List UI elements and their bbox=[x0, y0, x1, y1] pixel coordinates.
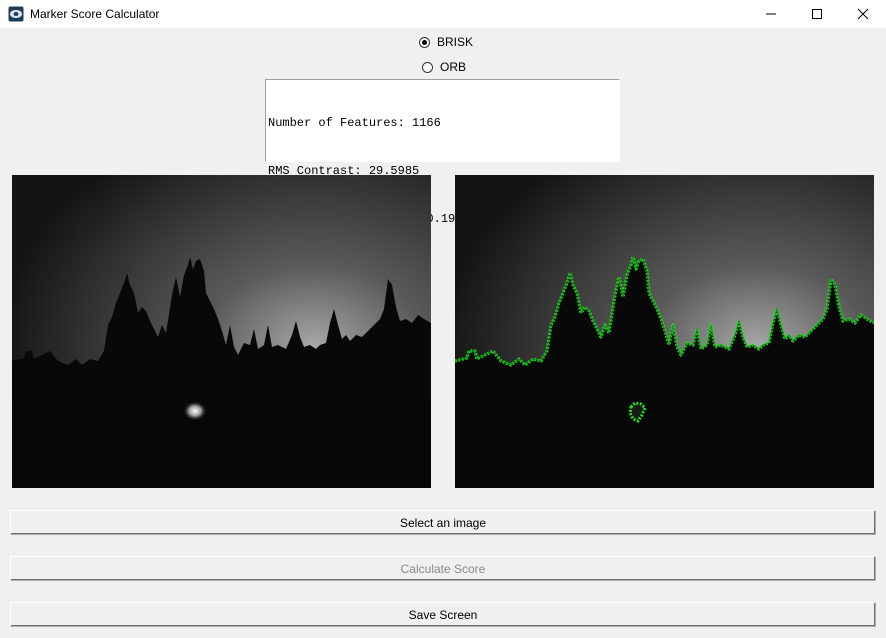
select-image-button[interactable]: Select an image bbox=[10, 510, 876, 535]
features-image bbox=[455, 175, 874, 488]
radio-checked-icon bbox=[419, 36, 430, 48]
save-screen-button[interactable]: Save Screen bbox=[10, 602, 876, 627]
maximize-icon bbox=[812, 9, 822, 19]
radio-orb[interactable]: ORB bbox=[422, 60, 466, 74]
calculate-score-button[interactable]: Calculate Score bbox=[10, 556, 876, 581]
radio-unchecked-icon bbox=[422, 61, 433, 73]
close-button[interactable] bbox=[840, 0, 886, 28]
close-icon bbox=[857, 8, 869, 20]
window-title: Marker Score Calculator bbox=[30, 7, 160, 21]
radio-brisk-label: BRISK bbox=[437, 35, 474, 49]
minimize-button[interactable] bbox=[748, 0, 794, 28]
app-icon bbox=[8, 6, 24, 22]
maximize-button[interactable] bbox=[794, 0, 840, 28]
title-bar: Marker Score Calculator bbox=[0, 0, 886, 28]
results-textbox[interactable]: Number of Features: 1166 RMS Contrast: 2… bbox=[265, 79, 620, 274]
features-count-line: Number of Features: 1166 bbox=[268, 116, 441, 130]
radio-orb-label: ORB bbox=[440, 60, 467, 74]
original-image bbox=[12, 175, 431, 488]
minimize-icon bbox=[766, 13, 776, 15]
radio-brisk[interactable]: BRISK bbox=[419, 35, 473, 49]
